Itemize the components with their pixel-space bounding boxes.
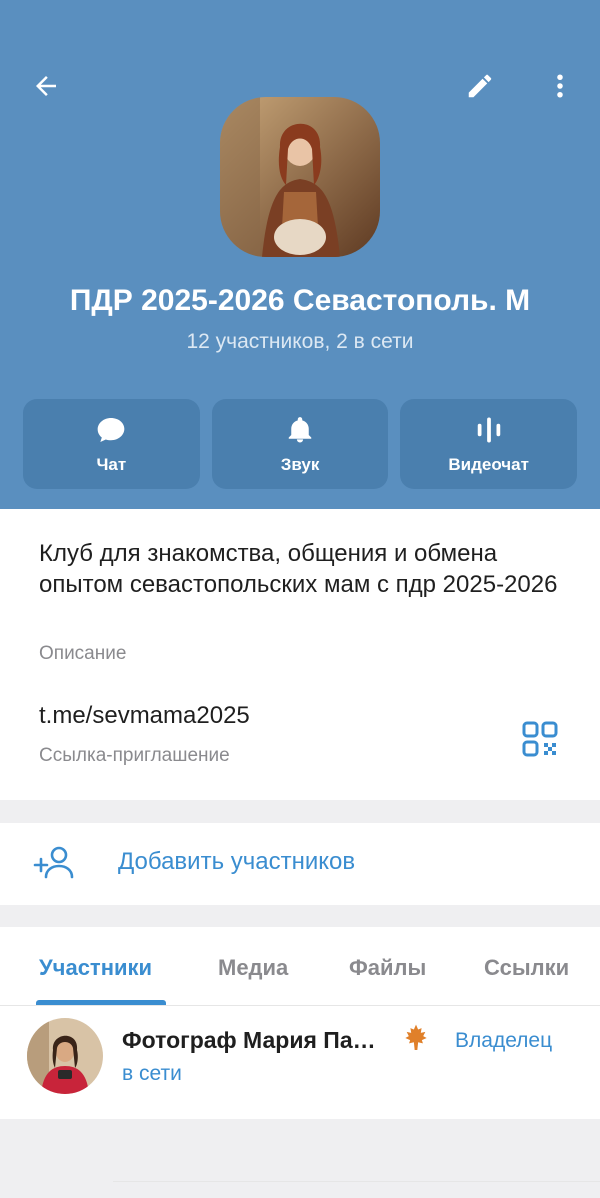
invite-link-label: Ссылка-приглашение: [39, 745, 230, 766]
bell-icon: [288, 417, 312, 443]
voice-wave-icon: [477, 417, 500, 443]
edit-button[interactable]: [456, 62, 504, 110]
group-description: Клуб для знакомства, общения и обмена оп…: [39, 540, 558, 598]
videochat-label: Видеочат: [448, 455, 529, 474]
more-button[interactable]: [536, 62, 584, 110]
maple-leaf-icon: [400, 1022, 432, 1059]
member-avatar: [27, 1018, 103, 1094]
add-user-icon: [33, 846, 74, 879]
member-row[interactable]: Фотограф Мария Па… Владелец в сети: [0, 1006, 600, 1182]
videochat-button[interactable]: Видеочат: [400, 399, 578, 489]
qr-code-button[interactable]: [520, 719, 560, 759]
action-buttons: Чат Звук Видеочат: [23, 399, 578, 489]
tab-files[interactable]: Файлы: [349, 955, 426, 981]
group-header: ПДР 2025-2026 Севастополь. М 12 участник…: [0, 0, 600, 509]
description-label: Описание: [39, 643, 127, 664]
group-info: Клуб для знакомства, общения и обмена оп…: [0, 509, 600, 800]
group-title: ПДР 2025-2026 Севастополь. М: [69, 284, 531, 317]
chat-button[interactable]: Чат: [23, 399, 200, 489]
active-tab-indicator: [36, 1000, 166, 1005]
chat-bubble-icon: [97, 418, 125, 442]
members-section: Участники Медиа Файлы Ссылки Фотограф Ма…: [0, 927, 600, 1182]
tab-links[interactable]: Ссылки: [484, 955, 569, 981]
member-name: Фотограф Мария Па…: [122, 1027, 376, 1053]
chat-label: Чат: [96, 455, 127, 474]
divider: [113, 1181, 600, 1182]
tab-media[interactable]: Медиа: [218, 955, 288, 981]
add-members-button[interactable]: Добавить участников: [0, 823, 600, 905]
qr-code-icon: [522, 721, 558, 757]
tab-members[interactable]: Участники: [39, 955, 152, 981]
pencil-icon: [468, 74, 492, 98]
next-member-avatar: [27, 1113, 103, 1119]
member-status: в сети: [122, 1062, 182, 1085]
add-members-label: Добавить участников: [118, 848, 356, 875]
group-avatar[interactable]: [220, 97, 380, 257]
profile-tabs: Участники Медиа Файлы Ссылки: [0, 927, 600, 1006]
invite-link[interactable]: t.me/sevmama2025: [39, 702, 250, 730]
back-button[interactable]: [22, 62, 70, 110]
group-subtitle: 12 участников, 2 в сети: [186, 330, 414, 353]
sound-button[interactable]: Звук: [211, 399, 389, 489]
arrow-left-icon: [36, 76, 56, 96]
member-role: Владелец: [455, 1029, 553, 1052]
sound-label: Звук: [280, 455, 320, 474]
more-vertical-icon: [557, 74, 563, 98]
